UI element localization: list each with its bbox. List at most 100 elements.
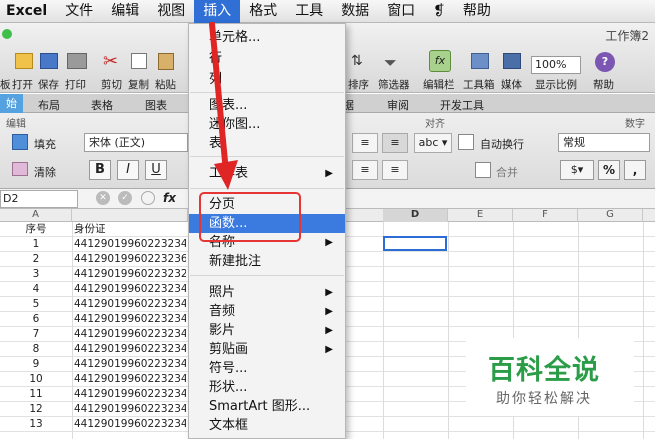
table-cell[interactable]: 441290199602232344 bbox=[74, 327, 186, 341]
menu-data[interactable]: 数据 bbox=[332, 0, 378, 23]
toolbar-label-filter[interactable]: 筛选器 bbox=[378, 77, 410, 92]
eraser-icon[interactable] bbox=[12, 162, 28, 176]
menu-edit[interactable]: 编辑 bbox=[102, 0, 148, 23]
number-format-select[interactable]: 常规 bbox=[558, 133, 650, 152]
table-cell[interactable]: 441290199602232344 bbox=[74, 387, 186, 401]
cut-icon[interactable]: ✂ bbox=[103, 51, 118, 72]
table-cell[interactable]: 441290199602232349 bbox=[74, 357, 186, 371]
formula-builder-icon[interactable] bbox=[141, 191, 155, 205]
column-header-a[interactable]: A bbox=[0, 209, 72, 222]
cell-a-header[interactable]: 序号 bbox=[0, 222, 72, 236]
menu-window[interactable]: 窗口 bbox=[378, 0, 424, 23]
table-cell[interactable]: 441290199602232344 bbox=[74, 342, 186, 356]
copy-icon[interactable] bbox=[131, 53, 147, 69]
table-cell[interactable]: 441290199602232347 bbox=[74, 297, 186, 311]
wrap-text-icon[interactable] bbox=[458, 134, 474, 150]
table-cell[interactable]: 441290199602232323 bbox=[74, 267, 186, 281]
menu-file[interactable]: 文件 bbox=[56, 0, 102, 23]
table-cell[interactable]: 441290199602232344 bbox=[74, 312, 186, 326]
align-left-icon[interactable]: ≡ bbox=[352, 133, 378, 153]
menu-item-clip-art[interactable]: 剪贴画 ▶ bbox=[189, 340, 345, 359]
table-cell[interactable]: 13 bbox=[0, 417, 72, 431]
zoom-select[interactable]: 100% bbox=[531, 56, 581, 74]
currency-icon[interactable]: $▾ bbox=[560, 160, 594, 180]
toolbar-label-help[interactable]: 帮助 bbox=[593, 77, 614, 92]
italic-button[interactable]: I bbox=[117, 160, 139, 180]
tab-review[interactable]: 审阅 bbox=[387, 97, 409, 113]
media-icon[interactable] bbox=[503, 53, 521, 69]
column-header-b[interactable] bbox=[72, 209, 188, 222]
menu-format[interactable]: 格式 bbox=[240, 0, 286, 23]
toolbar-label-zoom[interactable]: 显示比例 bbox=[535, 77, 577, 92]
toolbar-label-copy[interactable]: 复制 bbox=[128, 77, 149, 92]
menu-help[interactable]: 帮助 bbox=[454, 0, 500, 23]
toolbar-label-cut[interactable]: 剪切 bbox=[101, 77, 122, 92]
fx-label[interactable]: fx bbox=[163, 191, 176, 205]
text-direction-button[interactable]: abc ▾ bbox=[414, 133, 452, 153]
align-center-icon[interactable]: ≡ bbox=[382, 133, 408, 153]
align-right-icon[interactable]: ≡ bbox=[352, 160, 378, 180]
filter-icon[interactable]: ⏷ bbox=[384, 53, 397, 73]
table-cell[interactable]: 7 bbox=[0, 327, 72, 341]
toolbar-label-open[interactable]: 打开 bbox=[12, 77, 33, 92]
menu-item-audio[interactable]: 音频 ▶ bbox=[189, 302, 345, 321]
sort-icon[interactable]: ⇅ bbox=[351, 53, 363, 69]
tab-charts[interactable]: 图表 bbox=[145, 97, 167, 113]
table-cell[interactable]: 3 bbox=[0, 267, 72, 281]
fill-button[interactable]: 填充 bbox=[34, 136, 56, 152]
table-cell[interactable]: 8 bbox=[0, 342, 72, 356]
toolbar-label-print[interactable]: 打印 bbox=[65, 77, 86, 92]
menu-item-shape[interactable]: 形状... bbox=[189, 378, 345, 397]
table-cell[interactable]: 6 bbox=[0, 312, 72, 326]
font-name-select[interactable]: 宋体 (正文) bbox=[84, 133, 188, 152]
menu-item-smartart[interactable]: SmartArt 图形... bbox=[189, 397, 345, 416]
help-icon[interactable]: ? bbox=[595, 52, 615, 72]
toolbar-label-media[interactable]: 媒体 bbox=[501, 77, 522, 92]
menu-item-movie[interactable]: 影片 ▶ bbox=[189, 321, 345, 340]
table-cell[interactable]: 441290199602232341 bbox=[74, 402, 186, 416]
percent-icon[interactable]: % bbox=[598, 160, 620, 180]
cancel-icon[interactable]: ✕ bbox=[96, 191, 110, 205]
wrap-text-button[interactable]: 自动换行 bbox=[480, 136, 524, 152]
tab-developer[interactable]: 开发工具 bbox=[440, 97, 484, 113]
column-header-d[interactable]: D bbox=[383, 209, 448, 222]
script-icon[interactable]: ❡ bbox=[424, 0, 454, 23]
menu-tools[interactable]: 工具 bbox=[286, 0, 332, 23]
fill-icon[interactable] bbox=[12, 134, 28, 150]
menu-insert[interactable]: 插入 bbox=[194, 0, 241, 23]
confirm-icon[interactable]: ✓ bbox=[118, 191, 132, 205]
tab-home[interactable]: 始 bbox=[0, 94, 23, 113]
comma-icon[interactable]: , bbox=[624, 160, 646, 180]
table-cell[interactable]: 4 bbox=[0, 282, 72, 296]
tab-layout[interactable]: 布局 bbox=[38, 97, 60, 113]
toolbar-label-paste[interactable]: 粘贴 bbox=[155, 77, 176, 92]
menu-item-new-comment[interactable]: 新建批注 bbox=[189, 252, 345, 271]
table-cell[interactable]: 10 bbox=[0, 372, 72, 386]
tab-tables[interactable]: 表格 bbox=[91, 97, 113, 113]
column-header-f[interactable]: F bbox=[513, 209, 578, 222]
merge-button[interactable]: 合并 bbox=[496, 164, 518, 180]
menu-item-photo[interactable]: 照片 ▶ bbox=[189, 283, 345, 302]
toolbar-label-save[interactable]: 保存 bbox=[38, 77, 59, 92]
window-close-button[interactable] bbox=[2, 29, 12, 39]
table-cell[interactable]: 12 bbox=[0, 402, 72, 416]
toolbar-label-toolbox[interactable]: 工具箱 bbox=[463, 77, 495, 92]
table-cell[interactable]: 2 bbox=[0, 252, 72, 266]
formula-bar-icon[interactable]: fx bbox=[429, 50, 451, 72]
open-icon[interactable] bbox=[15, 53, 33, 69]
menu-item-text-box[interactable]: 文本框 bbox=[189, 416, 345, 435]
table-cell[interactable]: 9 bbox=[0, 357, 72, 371]
clear-button[interactable]: 清除 bbox=[34, 164, 56, 180]
table-cell[interactable]: 441290199602232344 bbox=[74, 282, 186, 296]
toolbox-icon[interactable] bbox=[471, 53, 489, 69]
merge-icon[interactable] bbox=[475, 162, 491, 178]
column-header-e[interactable]: E bbox=[448, 209, 513, 222]
paste-icon[interactable] bbox=[158, 53, 174, 70]
table-cell[interactable]: 441290199602232365 bbox=[74, 252, 186, 266]
table-cell[interactable]: 441290199602232344 bbox=[74, 237, 186, 251]
justify-icon[interactable]: ≡ bbox=[382, 160, 408, 180]
print-icon[interactable] bbox=[67, 53, 87, 69]
bold-button[interactable]: B bbox=[89, 160, 111, 180]
table-cell[interactable]: 5 bbox=[0, 297, 72, 311]
toolbar-label-formula-bar[interactable]: 编辑栏 bbox=[423, 77, 455, 92]
